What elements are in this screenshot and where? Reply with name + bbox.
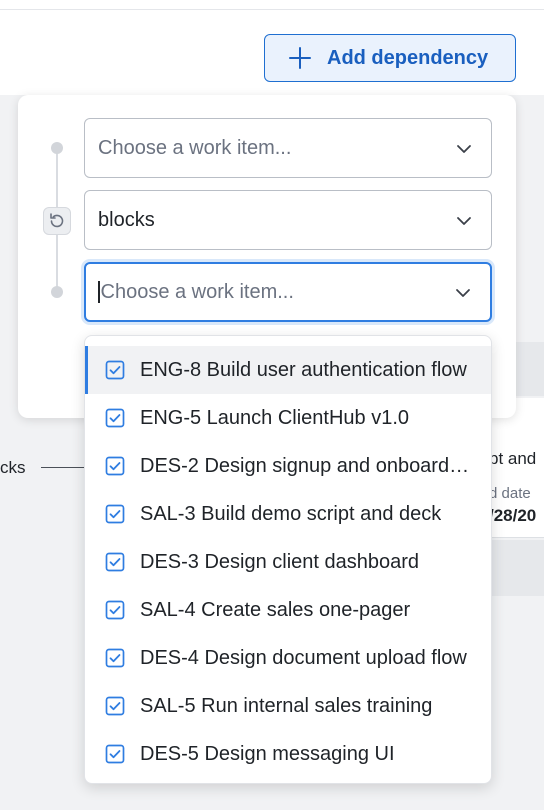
add-dependency-label: Add dependency bbox=[327, 46, 489, 69]
work-item-option[interactable]: DES-4 Design document upload flow bbox=[85, 634, 491, 682]
source-work-item-select[interactable]: Choose a work item... bbox=[84, 118, 492, 178]
work-item-type-icon bbox=[105, 600, 125, 620]
work-item-option-label: DES-3 Design client dashboard bbox=[140, 550, 420, 573]
work-item-option[interactable]: SAL-4 Create sales one-pager bbox=[85, 586, 491, 634]
work-item-option-label: SAL-5 Run internal sales training bbox=[140, 694, 433, 717]
work-item-option-label: DES-5 Design messaging UI bbox=[140, 742, 395, 765]
background-lower-strip bbox=[488, 540, 544, 596]
toolbar: Add dependency bbox=[0, 0, 544, 95]
work-item-type-icon bbox=[105, 504, 125, 524]
swap-direction-button[interactable] bbox=[43, 207, 71, 235]
work-item-option-label: ENG-5 Launch ClientHub v1.0 bbox=[140, 406, 410, 429]
background-date-value: /28/20 bbox=[489, 506, 537, 525]
work-item-type-icon bbox=[105, 456, 125, 476]
work-item-option-label: SAL-4 Create sales one-pager bbox=[140, 598, 411, 621]
work-item-option[interactable]: DES-5 Design messaging UI bbox=[85, 730, 491, 778]
work-item-option-label: SAL-3 Build demo script and deck bbox=[140, 502, 442, 525]
background-relation-label: cks bbox=[0, 458, 26, 477]
work-item-option[interactable]: SAL-5 Run internal sales training bbox=[85, 682, 491, 730]
target-work-item-placeholder: Choose a work item... bbox=[100, 280, 294, 303]
work-item-type-icon bbox=[105, 552, 125, 572]
add-dependency-button[interactable]: Add dependency bbox=[264, 34, 516, 82]
work-item-type-icon bbox=[105, 408, 125, 428]
work-item-type-icon bbox=[105, 744, 125, 764]
work-item-option[interactable]: ENG-5 Launch ClientHub v1.0 bbox=[85, 394, 491, 442]
relation-type-select[interactable]: blocks bbox=[84, 190, 492, 250]
background-date-label: d date bbox=[489, 485, 531, 502]
target-work-item-input[interactable]: Choose a work item... bbox=[84, 262, 492, 322]
work-item-option[interactable]: DES-2 Design signup and onboarding flow bbox=[85, 442, 491, 490]
chevron-down-icon bbox=[457, 217, 471, 225]
rail-dot-top bbox=[51, 142, 63, 154]
work-item-option-label: ENG-8 Build user authentication flow bbox=[140, 358, 467, 381]
work-item-option[interactable]: SAL-3 Build demo script and deck bbox=[85, 490, 491, 538]
work-item-dropdown: ENG-8 Build user authentication flow ENG-… bbox=[84, 335, 492, 784]
work-item-type-icon bbox=[105, 360, 125, 380]
text-caret bbox=[98, 281, 100, 303]
chevron-down-icon bbox=[456, 289, 470, 297]
toolbar-divider bbox=[0, 9, 544, 10]
source-work-item-placeholder: Choose a work item... bbox=[98, 136, 292, 159]
rotate-icon bbox=[50, 213, 64, 228]
work-item-option-label: DES-2 Design signup and onboarding flow bbox=[140, 454, 472, 477]
work-item-type-icon bbox=[105, 696, 125, 716]
relation-type-value: blocks bbox=[98, 208, 155, 231]
chevron-down-icon bbox=[457, 145, 471, 153]
work-item-option[interactable]: ENG-8 Build user authentication flow bbox=[85, 346, 491, 394]
rail-dot-bottom bbox=[51, 286, 63, 298]
background-card-title: pt and bbox=[489, 449, 537, 468]
work-item-type-icon bbox=[105, 648, 125, 668]
plus-icon bbox=[289, 47, 311, 69]
dependency-connector-line bbox=[41, 467, 87, 468]
work-item-option[interactable]: DES-3 Design client dashboard bbox=[85, 538, 491, 586]
work-item-option-label: DES-4 Design document upload flow bbox=[140, 646, 467, 669]
